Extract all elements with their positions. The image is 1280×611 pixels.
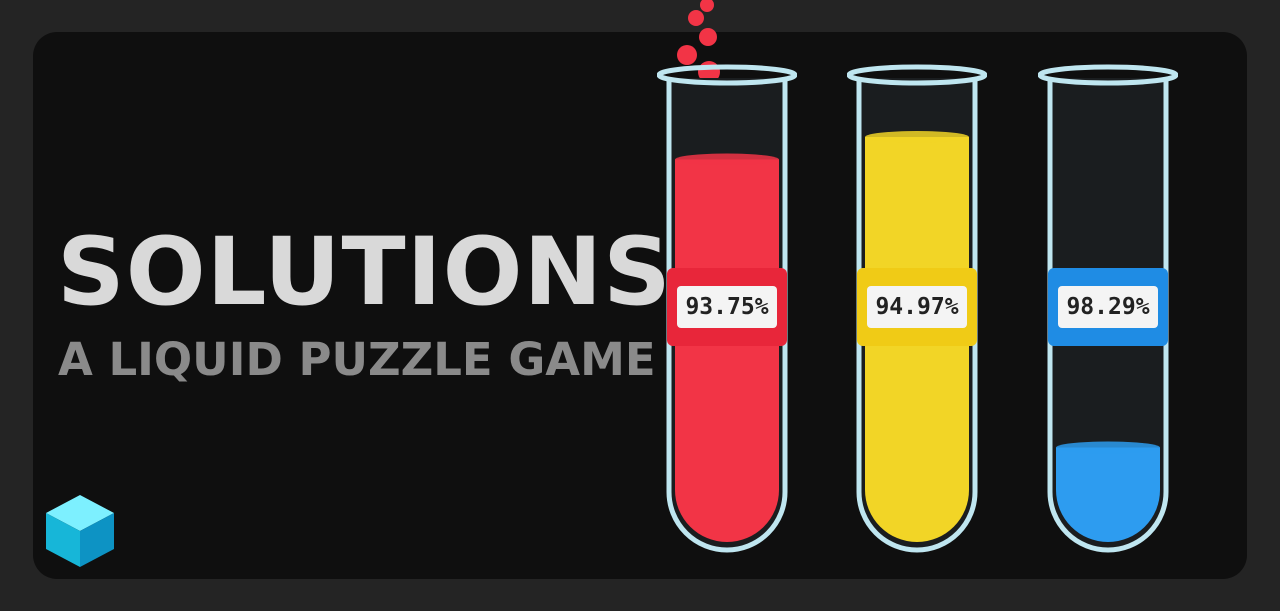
liquid-fill bbox=[675, 159, 779, 542]
cube-icon bbox=[46, 495, 114, 567]
tube-percentage-label: 94.97% bbox=[875, 294, 959, 320]
test-tube-1[interactable]: 93.75% bbox=[656, 64, 798, 554]
tube-percentage-label: 93.75% bbox=[685, 294, 769, 320]
tube-percentage-label: 98.29% bbox=[1066, 294, 1150, 320]
game-title: SOLUTIONS bbox=[57, 218, 672, 327]
test-tube-2[interactable]: 94.97% bbox=[846, 64, 988, 554]
game-subtitle: A LIQUID PUZZLE GAME bbox=[58, 333, 656, 386]
test-tube-3[interactable]: 98.29% bbox=[1037, 64, 1179, 554]
